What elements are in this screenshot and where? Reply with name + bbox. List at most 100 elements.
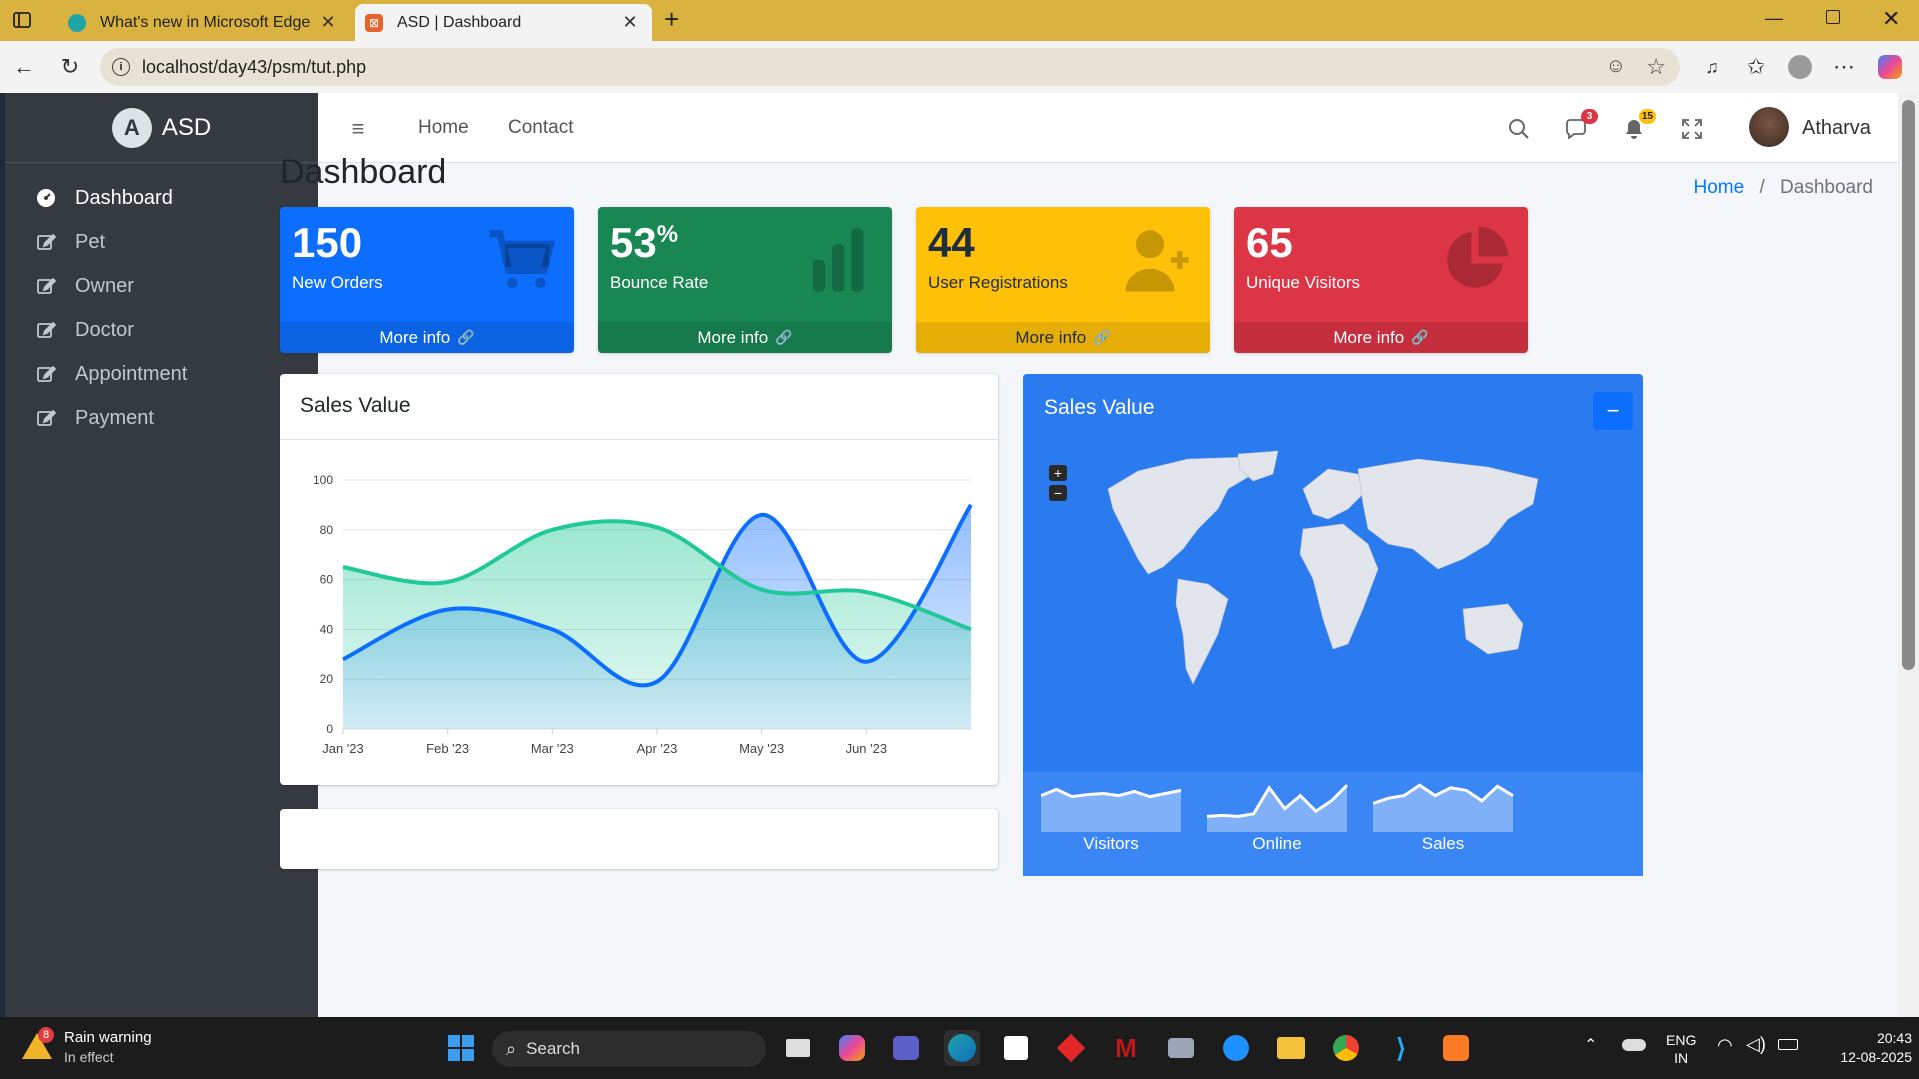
- map-zoom-out-button[interactable]: −: [1049, 485, 1067, 501]
- sparkline-label: Sales: [1421, 834, 1465, 853]
- favorite-star-icon[interactable]: ☆: [1646, 54, 1666, 80]
- world-map[interactable]: [1068, 449, 1568, 709]
- xampp-icon[interactable]: [1438, 1030, 1474, 1066]
- url-text: localhost/day43/psm/tut.php: [142, 56, 367, 77]
- show-hidden-icons[interactable]: ⌃: [1584, 1035, 1597, 1055]
- y-tick-label: 40: [320, 622, 334, 636]
- scrollbar-thumb[interactable]: [1902, 100, 1915, 670]
- copilot-icon[interactable]: [1872, 49, 1908, 85]
- small-box-unique-visitors: 65 Unique Visitors More info 🔗: [1234, 207, 1528, 353]
- x-tick-label: Jan '23: [322, 741, 364, 756]
- battery-icon[interactable]: [1778, 1039, 1798, 1050]
- link-icon: 🔗: [775, 329, 793, 345]
- weather-widget[interactable]: 8 Rain warning In effect: [22, 1027, 182, 1069]
- edge-favicon-icon: [68, 13, 86, 32]
- map-card-title: Sales Value: [1044, 396, 1155, 419]
- sidebar-item-appointment[interactable]: Appointment: [35, 354, 187, 394]
- onedrive-icon[interactable]: [1622, 1039, 1646, 1051]
- edge-app-icon[interactable]: [944, 1030, 980, 1066]
- x-tick-label: Jun '23: [846, 741, 888, 756]
- close-tab-icon[interactable]: ✕: [618, 12, 642, 33]
- map-zoom-in-button[interactable]: +: [1049, 465, 1067, 481]
- refresh-button[interactable]: ↻: [52, 49, 88, 85]
- africa-shape: [1299, 523, 1379, 650]
- sidebar-item-label: Appointment: [75, 362, 188, 385]
- minimize-button[interactable]: —: [1765, 8, 1783, 29]
- teams-icon[interactable]: [888, 1030, 924, 1066]
- clock[interactable]: 20:43 12-08-2025: [1812, 1029, 1912, 1067]
- camera-icon[interactable]: [1163, 1030, 1199, 1066]
- more-info-link[interactable]: More info 🔗: [280, 322, 574, 353]
- search-icon[interactable]: [1505, 115, 1533, 143]
- app-red-diamond-icon[interactable]: [1053, 1030, 1089, 1066]
- profile-icon[interactable]: [1782, 49, 1818, 85]
- reading-mode-icon[interactable]: ☺: [1606, 55, 1626, 78]
- hamburger-menu-icon[interactable]: ≡: [344, 115, 372, 143]
- file-explorer-icon[interactable]: [1273, 1030, 1309, 1066]
- messages-badge: 3: [1581, 109, 1598, 124]
- volume-icon[interactable]: ◁): [1746, 1034, 1766, 1055]
- x-tick-label: Mar '23: [531, 741, 574, 756]
- sidebar-item-label: Dashboard: [75, 186, 173, 209]
- task-view-icon[interactable]: [780, 1030, 816, 1066]
- time-text: 20:43: [1876, 1030, 1912, 1046]
- close-tab-icon[interactable]: ✕: [316, 12, 340, 33]
- address-bar[interactable]: i localhost/day43/psm/tut.php ☺ ☆: [100, 48, 1680, 86]
- chrome-icon[interactable]: [1328, 1030, 1364, 1066]
- top-navbar: ≡ Home Contact 3 15 Atharva: [318, 93, 1898, 163]
- user-name[interactable]: Atharva: [1802, 117, 1871, 140]
- tab-actions-icon[interactable]: [12, 10, 32, 30]
- sidebar-item-doctor[interactable]: Doctor: [35, 310, 134, 350]
- tab-dashboard[interactable]: ⊠ ASD | Dashboard ✕: [355, 4, 652, 41]
- mcafee-icon[interactable]: M: [1108, 1030, 1144, 1066]
- sidebar-item-owner[interactable]: Owner: [35, 266, 134, 306]
- page-title: Dashboard: [280, 153, 447, 191]
- collapse-button[interactable]: −: [1593, 392, 1633, 430]
- close-window-button[interactable]: ✕: [1882, 6, 1900, 32]
- sidebar-item-payment[interactable]: Payment: [35, 398, 154, 438]
- tab-whats-new[interactable]: What's new in Microsoft Edge ✕: [58, 4, 350, 41]
- brand-text: ASD: [161, 113, 212, 141]
- extensions-icon[interactable]: ♫: [1694, 49, 1730, 85]
- more-options-icon[interactable]: ⋯: [1826, 49, 1862, 85]
- nav-link-home[interactable]: Home: [418, 117, 469, 139]
- sidebar-item-pet[interactable]: Pet: [35, 222, 105, 262]
- stat-value: 150: [292, 219, 363, 266]
- language-indicator[interactable]: ENG IN: [1666, 1031, 1696, 1067]
- bar-chart-icon: [804, 225, 874, 295]
- new-tab-button[interactable]: +: [664, 4, 679, 35]
- next-card: [280, 809, 998, 869]
- small-box-user-registrations: 44 User Registrations More info 🔗: [916, 207, 1210, 353]
- more-info-link[interactable]: More info 🔗: [916, 322, 1210, 353]
- sparkline-online: [1207, 784, 1349, 832]
- favorites-icon[interactable]: ✩: [1738, 49, 1774, 85]
- search-label: Search: [526, 1039, 580, 1058]
- more-info-link[interactable]: More info 🔗: [1234, 322, 1528, 353]
- start-button[interactable]: [443, 1030, 479, 1066]
- pie-chart-icon: [1440, 225, 1510, 295]
- wifi-icon[interactable]: ◠: [1717, 1035, 1733, 1056]
- user-avatar[interactable]: [1749, 107, 1789, 147]
- vscode-icon[interactable]: ⟩: [1383, 1030, 1419, 1066]
- back-button[interactable]: ←: [6, 49, 42, 85]
- breadcrumb-home[interactable]: Home: [1694, 177, 1745, 198]
- x-tick-label: Apr '23: [637, 741, 678, 756]
- sidebar-item-dashboard[interactable]: Dashboard: [35, 178, 173, 218]
- y-tick-label: 60: [320, 573, 334, 587]
- more-info-label: More info: [1015, 327, 1087, 347]
- taskbar-search[interactable]: ⌕ Search: [492, 1031, 766, 1067]
- site-info-icon[interactable]: i: [112, 58, 130, 76]
- fullscreen-icon[interactable]: [1678, 115, 1706, 143]
- notifications-bell-icon[interactable]: 15: [1620, 109, 1656, 143]
- restore-button[interactable]: [1826, 10, 1840, 24]
- messages-icon[interactable]: 3: [1562, 109, 1598, 143]
- brand-link[interactable]: A ASD: [5, 93, 318, 163]
- stat-value: 44: [928, 219, 975, 266]
- copilot-app-icon[interactable]: [834, 1030, 870, 1066]
- stat-value: 65: [1246, 219, 1293, 266]
- more-info-link[interactable]: More info 🔗: [598, 322, 892, 353]
- stat-label: Bounce Rate: [610, 273, 709, 292]
- help-icon[interactable]: [1218, 1030, 1254, 1066]
- store-icon[interactable]: [998, 1030, 1034, 1066]
- nav-link-contact[interactable]: Contact: [508, 117, 573, 139]
